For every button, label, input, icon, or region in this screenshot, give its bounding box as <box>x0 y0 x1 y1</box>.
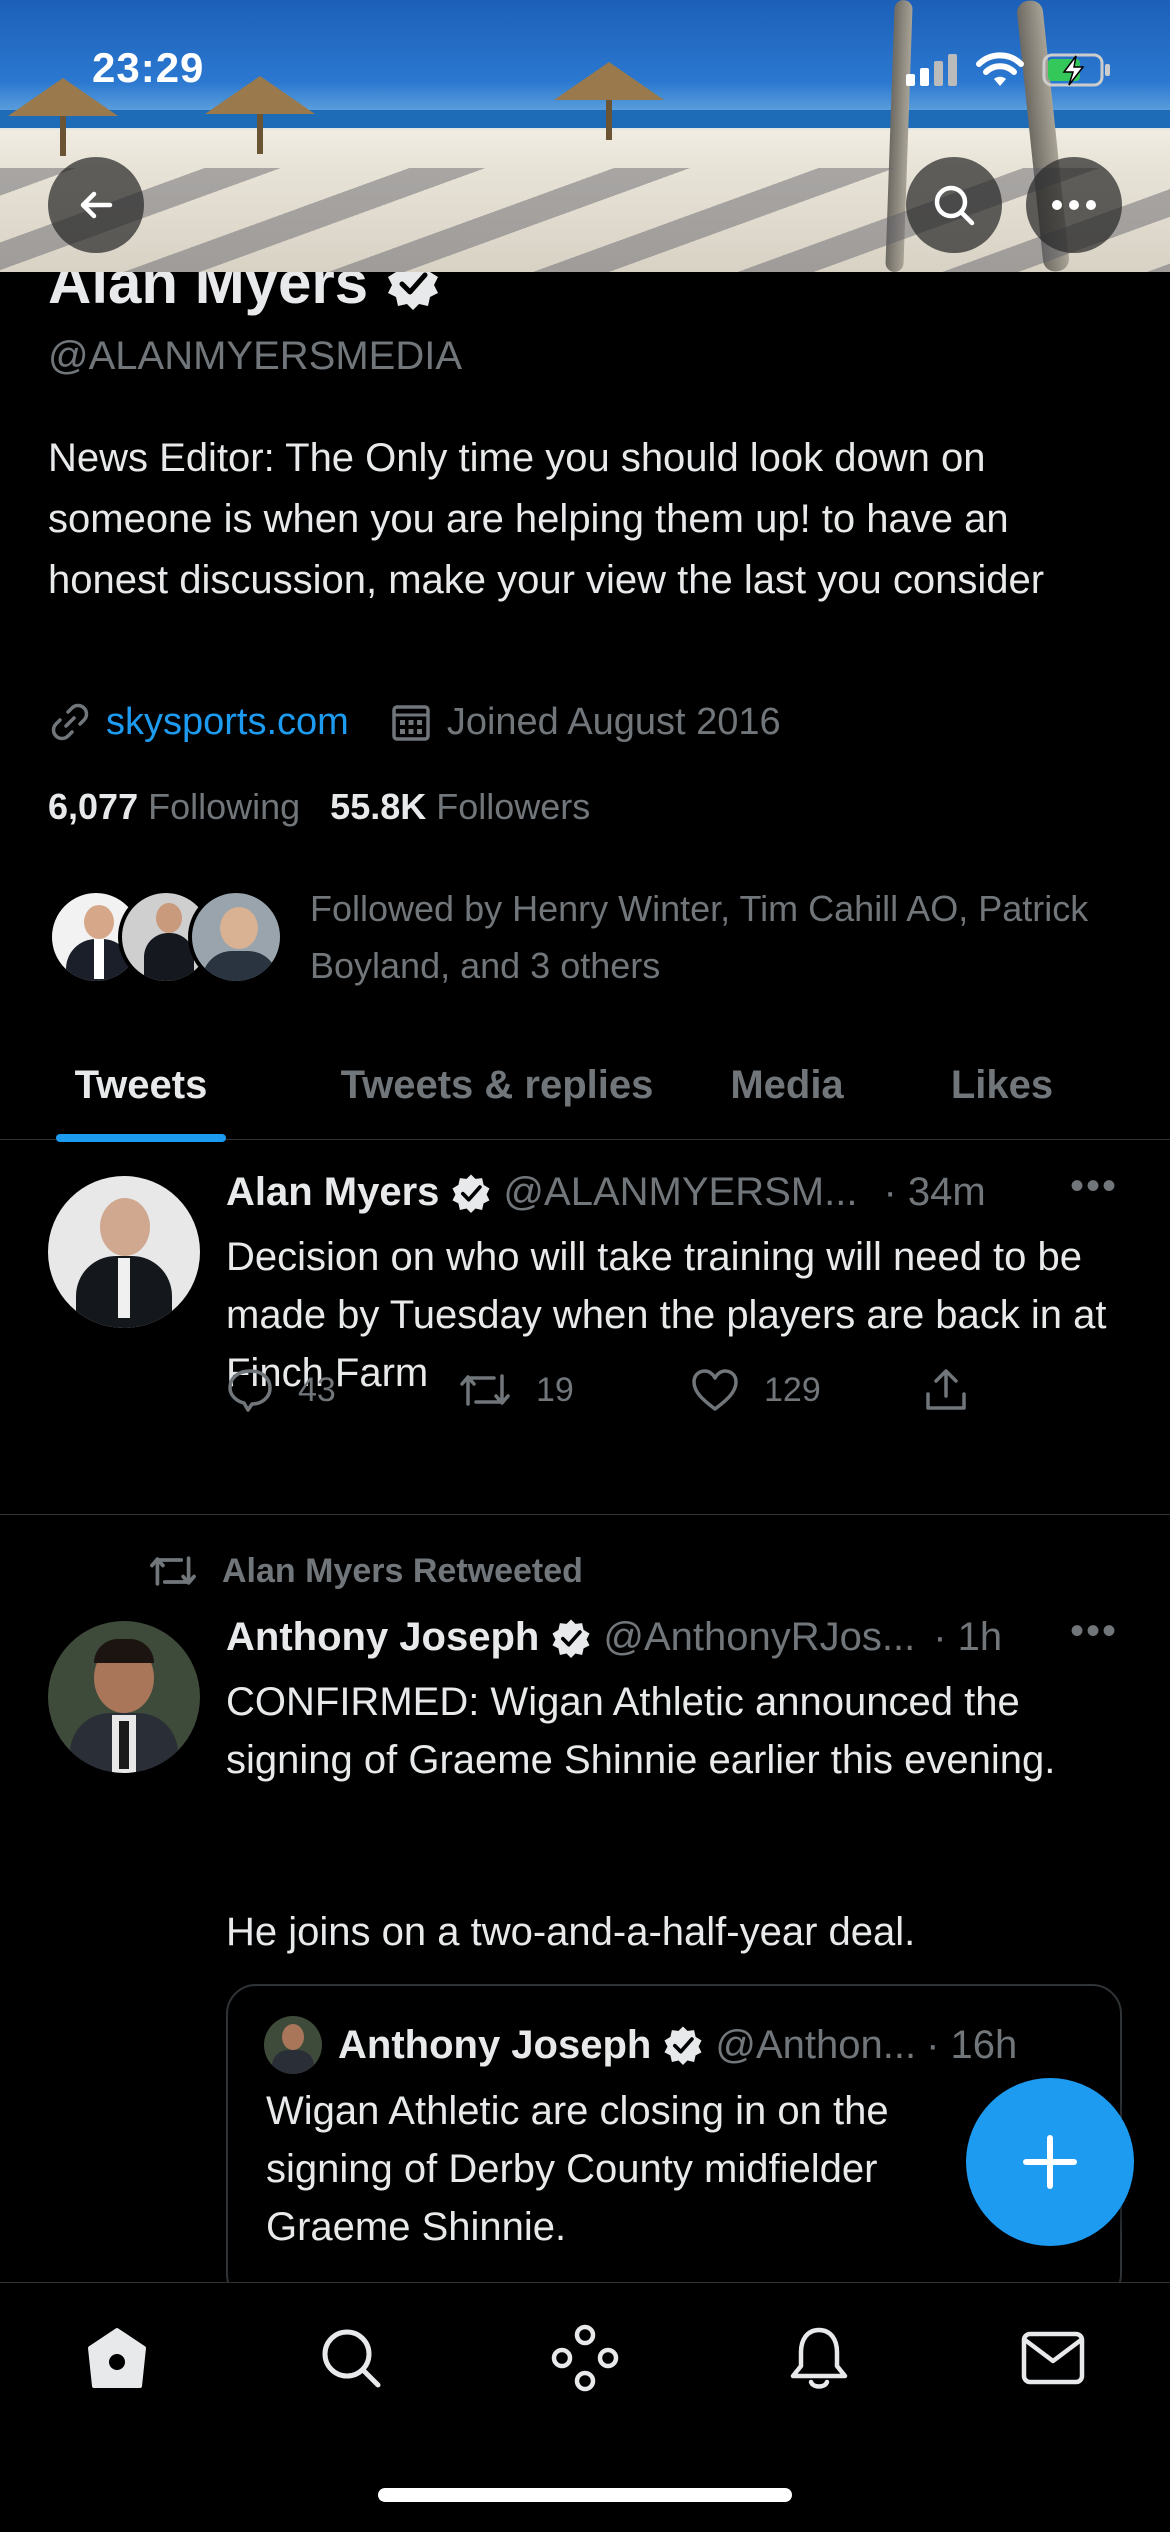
tab-likes[interactable]: Likes <box>932 1030 1072 1140</box>
tweet-timestamp: · 34m <box>883 1170 986 1214</box>
quoted-tweet-header: Anthony Joseph @Anthon... · 16h <box>264 2016 1017 2074</box>
retweeted-by-label: Alan Myers Retweeted <box>146 1549 583 1593</box>
search-icon <box>322 2329 381 2388</box>
wifi-icon <box>976 52 1024 86</box>
reply-count: 43 <box>298 1370 336 1409</box>
tweet-text: CONFIRMED: Wigan Athletic announced the … <box>226 1680 1056 1782</box>
profile-name-row: Alan Myers <box>48 272 440 318</box>
followed-by-text: Followed by Henry Winter, Tim Cahill AO,… <box>310 888 1089 986</box>
home-indicator[interactable] <box>378 2488 792 2502</box>
profile-handle: @ALANMYERSMEDIA <box>48 334 463 378</box>
tweet-author-name[interactable]: Anthony Joseph <box>226 1615 539 1660</box>
quoted-author-name: Anthony Joseph <box>338 2022 652 2067</box>
quoted-tweet-timestamp: · 16h <box>926 2022 1018 2067</box>
tweet-author-handle: @ALANMYERSM... <box>503 1170 858 1214</box>
quoted-author-avatar <box>264 2016 322 2074</box>
verified-badge-icon <box>552 1618 590 1658</box>
link-icon <box>51 703 89 741</box>
reply-button[interactable]: 43 <box>226 1366 458 1414</box>
profile-joined-date: Joined August 2016 <box>446 700 781 743</box>
header-banner-image <box>0 0 1170 272</box>
profile-meta: skysports.com Joined August 2016 <box>48 700 781 744</box>
home-icon <box>88 2328 146 2388</box>
tab-tweets-replies-label: Tweets & replies <box>340 1062 654 1107</box>
retweet-count: 19 <box>536 1370 574 1409</box>
share-icon <box>926 1369 966 1410</box>
profile-website-link[interactable]: skysports.com <box>106 701 349 744</box>
followers-count: 55.8K <box>330 786 427 827</box>
quoted-tweet-text: Wigan Athletic are closing in on the sig… <box>266 2089 889 2249</box>
back-arrow-icon <box>80 191 113 219</box>
tweet-author-avatar[interactable] <box>48 1621 200 1773</box>
more-icon <box>1052 200 1096 210</box>
following-count: 6,077 <box>48 786 139 827</box>
tweet-more-icon[interactable]: ••• <box>1070 1609 1118 1654</box>
tab-media[interactable]: Media <box>712 1030 862 1140</box>
compose-tweet-button[interactable] <box>966 2078 1134 2246</box>
verified-badge-icon <box>664 2026 702 2065</box>
signal-icon <box>906 54 957 86</box>
more-button[interactable] <box>1026 157 1122 253</box>
retweeted-by-text: Alan Myers Retweeted <box>222 1551 583 1590</box>
status-icons <box>906 52 1112 88</box>
tweet-author-name[interactable]: Alan Myers <box>226 1170 439 1215</box>
tweet-more-icon[interactable]: ••• <box>1070 1164 1118 1209</box>
profile-bio: News Editor: The Only time you should lo… <box>48 436 1045 602</box>
back-button[interactable] <box>48 157 144 253</box>
retweet-button[interactable]: 19 <box>458 1366 690 1414</box>
reply-icon <box>228 1369 272 1412</box>
messages-icon <box>1021 2331 1085 2385</box>
nav-spaces[interactable] <box>550 2323 620 2393</box>
share-button[interactable] <box>922 1366 1154 1414</box>
tab-media-label: Media <box>730 1062 844 1107</box>
following-label: Following <box>148 786 301 827</box>
follow-stats: 6,077 Following 55.8K Followers <box>48 786 590 828</box>
nav-search[interactable] <box>316 2323 386 2393</box>
tweet-header: Anthony Joseph @AnthonyRJos... · 1h <box>226 1615 1002 1660</box>
followers-label: Followers <box>436 786 591 827</box>
status-time: 23:29 <box>92 44 205 91</box>
retweet-icon <box>460 1374 510 1406</box>
tweet-text-second-paragraph: He joins on a two-and-a-half-year deal. <box>226 1910 916 1954</box>
nav-messages[interactable] <box>1018 2323 1088 2393</box>
followers-link[interactable]: 55.8K Followers <box>330 786 590 828</box>
nav-home[interactable] <box>82 2323 152 2393</box>
retweet-icon <box>150 1556 196 1586</box>
tab-tweets[interactable]: Tweets <box>56 1030 226 1142</box>
tweet-header: Alan Myers @ALANMYERSM... · 34m <box>226 1170 986 1215</box>
tweet-author-avatar[interactable] <box>48 1176 200 1328</box>
battery-charging-icon <box>1042 53 1110 87</box>
plus-icon <box>1023 2135 1077 2189</box>
follower-avatar-3 <box>188 889 284 985</box>
calendar-icon <box>392 705 430 741</box>
verified-badge-icon <box>452 1173 490 1213</box>
nav-notifications[interactable] <box>784 2323 854 2393</box>
profile-name-text: Alan Myers <box>48 272 369 316</box>
like-button[interactable]: 129 <box>690 1367 922 1413</box>
verified-badge-icon <box>388 272 439 310</box>
tab-likes-label: Likes <box>950 1062 1054 1107</box>
tab-tweets-label: Tweets <box>74 1062 208 1107</box>
tweet-timestamp: · 1h <box>933 1615 1003 1659</box>
tweet-actions: 43 19 129 <box>226 1366 1154 1414</box>
search-icon <box>934 185 975 226</box>
following-link[interactable]: 6,077 Following <box>48 786 300 828</box>
search-button[interactable] <box>906 157 1002 253</box>
notifications-icon <box>790 2327 848 2389</box>
followed-by-row[interactable]: Followed by Henry Winter, Tim Cahill AO,… <box>48 880 1110 994</box>
tweet-item[interactable]: Alan Myers @ALANMYERSM... · 34m ••• Deci… <box>0 1140 1170 1514</box>
quoted-author-handle: @Anthon... <box>715 2022 917 2067</box>
like-count: 129 <box>764 1370 821 1409</box>
like-icon <box>692 1369 738 1411</box>
tab-tweets-replies[interactable]: Tweets & replies <box>322 1030 672 1140</box>
profile-tabs: Tweets Tweets & replies Media Likes <box>0 1030 1170 1142</box>
tweet-author-handle: @AnthonyRJos... <box>603 1615 916 1659</box>
spaces-icon <box>551 2324 619 2392</box>
